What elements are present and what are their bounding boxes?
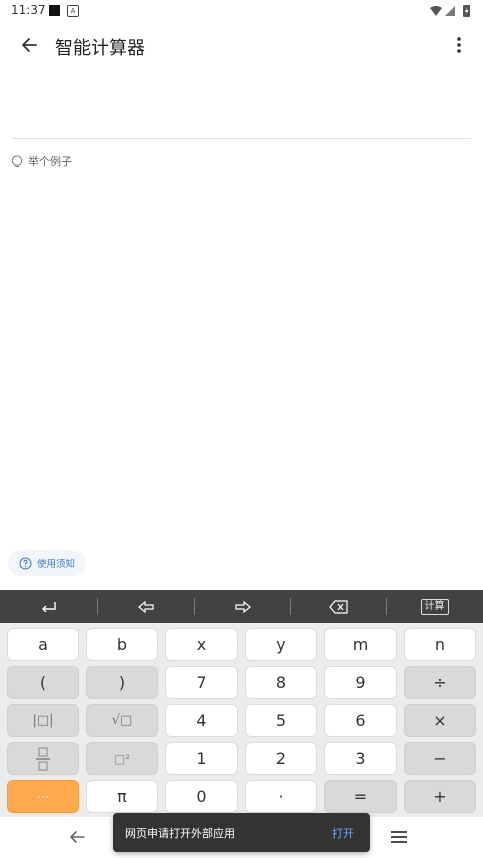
key-equals[interactable]: = — [324, 780, 397, 813]
key-3[interactable]: 3 — [324, 742, 397, 775]
lightbulb-icon — [11, 155, 23, 167]
key-square-power[interactable]: □² — [86, 742, 158, 775]
key-5[interactable]: 5 — [245, 704, 317, 737]
system-status-icons — [430, 5, 470, 17]
key-m[interactable]: m — [324, 628, 397, 661]
key-7[interactable]: 7 — [165, 666, 238, 699]
calculate-label: 计算 — [420, 598, 449, 615]
key-minus[interactable]: − — [404, 742, 476, 775]
wifi-icon — [430, 6, 442, 16]
key-1[interactable]: 1 — [165, 742, 238, 775]
key-plus[interactable]: + — [404, 780, 476, 813]
enter-icon — [41, 601, 56, 612]
cursor-left-button[interactable] — [97, 590, 194, 623]
back-arrow-icon[interactable] — [16, 31, 44, 59]
page-title: 智能计算器 — [55, 38, 145, 59]
usage-notice-button[interactable]: 使用须知 — [8, 550, 86, 576]
more-options-icon[interactable] — [449, 31, 469, 59]
help-circle-icon — [19, 557, 32, 570]
a-notification-icon: A — [67, 5, 79, 17]
example-label: 举个例子 — [28, 155, 72, 168]
status-time: 11:37 — [11, 3, 46, 17]
toast-open-button[interactable]: 打开 — [332, 825, 354, 841]
nav-back-icon[interactable] — [68, 828, 86, 846]
key-multiply[interactable]: × — [404, 704, 476, 737]
app-bar: 智能计算器 — [0, 22, 483, 68]
key-b[interactable]: b — [86, 628, 158, 661]
status-bar: 11:37 A — [0, 0, 483, 22]
keyboard-toolbar: 计算 — [0, 590, 483, 623]
key-decimal-point[interactable]: · — [245, 780, 317, 813]
backspace-button[interactable] — [290, 590, 387, 623]
arrow-right-icon — [234, 600, 251, 613]
key-fraction[interactable] — [7, 742, 79, 775]
key-pi[interactable]: π — [86, 780, 158, 813]
key-close-paren[interactable]: ) — [86, 666, 158, 699]
key-more-functions[interactable]: ··· — [7, 780, 79, 813]
key-y[interactable]: y — [245, 628, 317, 661]
backspace-icon — [328, 599, 348, 614]
nav-menu-icon[interactable] — [391, 831, 407, 843]
enter-button[interactable] — [0, 590, 97, 623]
math-keyboard: a b x y m n ( ) 7 8 9 ÷ |□| √□ 4 5 6 × □… — [0, 623, 483, 817]
key-a[interactable]: a — [7, 628, 79, 661]
cursor-right-button[interactable] — [194, 590, 291, 623]
key-n[interactable]: n — [404, 628, 476, 661]
key-9[interactable]: 9 — [324, 666, 397, 699]
key-0[interactable]: 0 — [165, 780, 238, 813]
expression-input[interactable] — [12, 68, 471, 139]
key-6[interactable]: 6 — [324, 704, 397, 737]
open-external-app-toast: 网页申请打开外部应用 打开 — [113, 813, 370, 852]
calculate-button[interactable]: 计算 — [386, 590, 483, 623]
key-divide[interactable]: ÷ — [404, 666, 476, 699]
key-8[interactable]: 8 — [245, 666, 317, 699]
notification-square-icon — [49, 5, 60, 16]
key-absolute-value[interactable]: |□| — [7, 704, 79, 737]
usage-notice-label: 使用须知 — [37, 559, 76, 570]
arrow-left-icon — [137, 600, 154, 613]
key-x[interactable]: x — [165, 628, 238, 661]
key-4[interactable]: 4 — [165, 704, 238, 737]
signal-icon — [445, 6, 455, 16]
toast-message: 网页申请打开外部应用 — [125, 827, 235, 840]
fraction-icon — [36, 747, 50, 770]
key-open-paren[interactable]: ( — [7, 666, 79, 699]
key-square-root[interactable]: √□ — [86, 704, 158, 737]
key-2[interactable]: 2 — [245, 742, 317, 775]
